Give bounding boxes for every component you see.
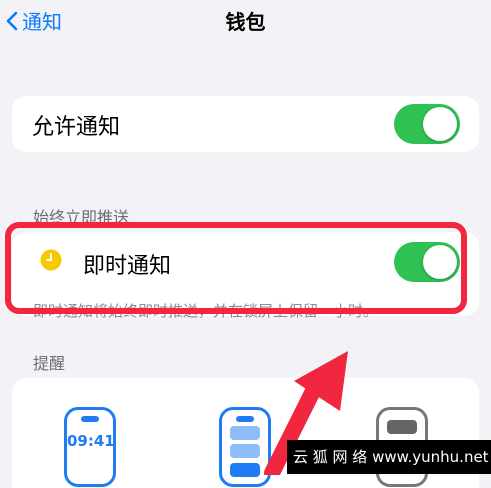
banner-bar — [387, 420, 417, 434]
navigation-bar: 通知 钱包 — [0, 0, 491, 40]
preview-time: 09:41 — [67, 432, 115, 450]
page-title: 钱包 — [225, 10, 266, 34]
allow-notifications-row: 允许通知 — [12, 96, 479, 152]
section-header-alerts: 提醒 — [33, 354, 66, 373]
highlight-box — [5, 222, 467, 314]
allow-notifications-toggle[interactable] — [394, 104, 460, 144]
allow-notifications-label: 允许通知 — [32, 115, 121, 140]
watermark: 云 狐 网 络 www.yunhu.net — [287, 440, 491, 474]
lock-screen-preview[interactable]: 09:41 — [64, 407, 116, 487]
toggle-knob — [423, 107, 457, 141]
dynamic-island — [236, 416, 254, 422]
dynamic-island — [81, 416, 99, 422]
